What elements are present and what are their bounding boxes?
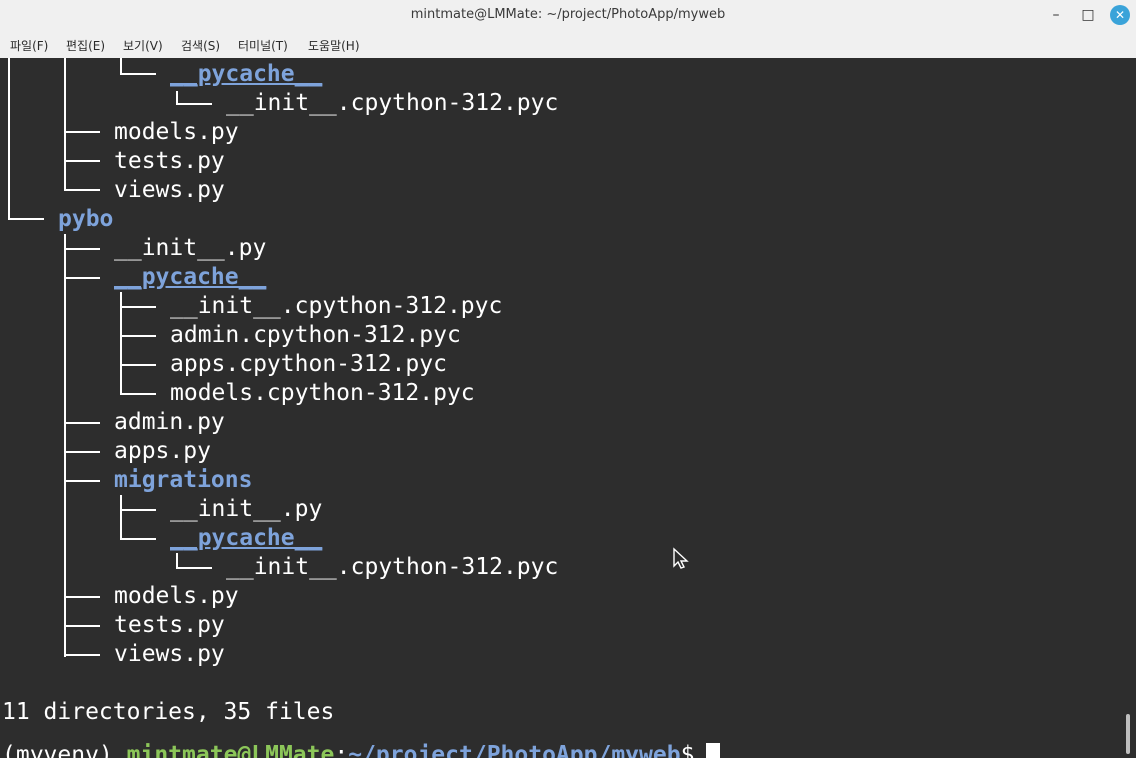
tree-branch-line (64, 596, 100, 598)
tree-branch-line (8, 58, 10, 219)
prompt-symbol: $ (680, 742, 695, 758)
menu-terminal[interactable]: 터미널(T) (238, 37, 288, 54)
minimize-button[interactable]: – (1046, 5, 1066, 25)
prompt-path: ~/project/PhotoApp/myweb (348, 742, 681, 758)
menu-help[interactable]: 도움말(H) (308, 37, 360, 54)
vertical-scrollbar[interactable] (1124, 58, 1136, 758)
text-cursor (706, 742, 721, 758)
title-bar[interactable]: mintmate@LMMate: ~/project/PhotoApp/mywe… (0, 0, 1136, 30)
tree-file: __init__.cpython-312.pyc (226, 554, 559, 580)
tree-branch-line (64, 654, 100, 656)
tree-branch-line (120, 306, 156, 308)
prompt-venv: (myvenv) (2, 742, 113, 758)
maximize-button[interactable]: □ (1078, 5, 1098, 25)
tree-branch-line (176, 553, 178, 567)
mouse-pointer-icon (673, 547, 689, 569)
scrollbar-thumb[interactable] (1126, 714, 1130, 754)
menu-search[interactable]: 검색(S) (181, 37, 220, 54)
tree-branch-line (64, 248, 100, 250)
shell-prompt[interactable]: (myvenv) mintmate@LMMate:~/project/Photo… (2, 741, 721, 758)
tree-file: models.py (114, 583, 239, 609)
tree-branch-line (176, 103, 212, 105)
tree-branch-line (64, 480, 100, 482)
tree-branch-line (120, 495, 122, 538)
tree-branch-line (64, 625, 100, 627)
tree-file: __init__.py (170, 496, 323, 522)
terminal-window: mintmate@LMMate: ~/project/PhotoApp/mywe… (0, 0, 1136, 758)
menu-view[interactable]: 보기(V) (123, 37, 163, 54)
menu-file[interactable]: 파일(F) (10, 37, 48, 54)
tree-file: apps.cpython-312.pyc (170, 351, 447, 377)
tree-dir: __pycache__ (170, 525, 323, 551)
tree-branch-line (64, 131, 100, 133)
terminal-output[interactable]: __pycache__ __init__.cpython-312.pyc mod… (0, 58, 1124, 758)
tree-dir: __pycache__ (170, 61, 323, 87)
tree-branch-line (64, 422, 100, 424)
tree-branch-line (64, 160, 100, 162)
tree-file: __init__.cpython-312.pyc (170, 293, 503, 319)
tree-file: models.py (114, 119, 239, 145)
tree-branch-line (8, 218, 44, 220)
menu-edit[interactable]: 편집(E) (66, 37, 105, 54)
tree-branch-line (120, 538, 156, 540)
tree-branch-line (120, 364, 156, 366)
tree-file: tests.py (114, 612, 225, 638)
prompt-user-host: mintmate@LMMate (126, 742, 335, 758)
tree-branch-line (64, 189, 100, 191)
tree-branch-line (64, 277, 100, 279)
tree-branch-line (120, 335, 156, 337)
tree-file: views.py (114, 641, 225, 667)
tree-file: models.cpython-312.pyc (170, 380, 475, 406)
tree-file: __init__.cpython-312.pyc (226, 90, 559, 116)
tree-branch-line (120, 73, 156, 75)
tree-branch-line (64, 58, 66, 191)
tree-dir: migrations (114, 467, 253, 493)
menu-bar: 파일(F) 편집(E) 보기(V) 검색(S) 터미널(T) 도움말(H) (0, 30, 1136, 58)
tree-file: admin.cpython-312.pyc (170, 322, 461, 348)
prompt-colon: : (334, 742, 349, 758)
tree-file: views.py (114, 177, 225, 203)
tree-branch-line (120, 509, 156, 511)
tree-summary: 11 directories, 35 files (2, 699, 335, 725)
tree-file: tests.py (114, 148, 225, 174)
tree-branch-line (120, 393, 156, 395)
tree-dir: pybo (58, 206, 114, 232)
tree-file: admin.py (114, 409, 225, 435)
tree-file: __init__.py (114, 235, 267, 261)
tree-branch-line (176, 567, 212, 569)
window-title: mintmate@LMMate: ~/project/PhotoApp/mywe… (410, 7, 726, 22)
tree-branch-line (64, 451, 100, 453)
tree-branch-line (64, 234, 66, 657)
close-button[interactable]: ✕ (1110, 5, 1130, 25)
tree-dir: __pycache__ (114, 264, 267, 290)
tree-file: apps.py (114, 438, 211, 464)
